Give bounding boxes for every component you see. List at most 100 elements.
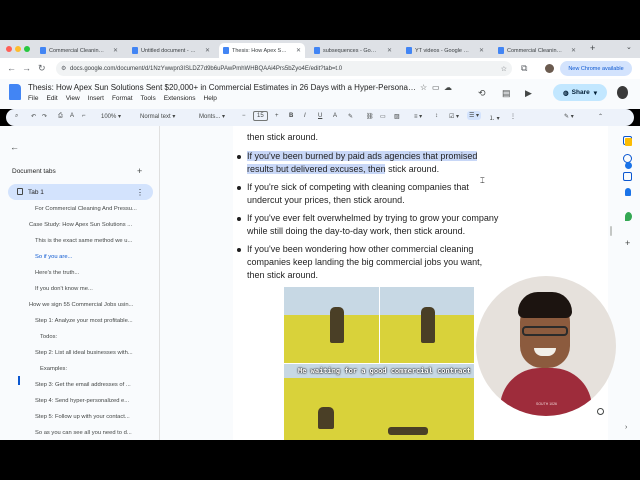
profile-avatar[interactable] bbox=[545, 64, 554, 73]
document-tab-1[interactable]: Tab 1 ⋮ bbox=[8, 184, 153, 200]
tab-options-icon[interactable]: ⋮ bbox=[136, 188, 144, 197]
italic-icon[interactable]: I bbox=[304, 113, 306, 119]
editing-mode-icon[interactable]: ✎ ▾ bbox=[564, 113, 574, 120]
outline-item[interactable]: Here's the truth... bbox=[35, 270, 150, 276]
comments-icon[interactable]: ▤ bbox=[502, 88, 511, 99]
browser-tab[interactable]: YT videos - Google Doc ✕ bbox=[402, 43, 488, 58]
back-arrow-icon[interactable]: ← bbox=[10, 142, 19, 152]
menu-insert[interactable]: Insert bbox=[88, 95, 104, 102]
close-tab-icon[interactable]: ✕ bbox=[205, 47, 210, 54]
outline-item[interactable]: If you don't know me... bbox=[35, 286, 150, 292]
print-icon[interactable]: ⎙ bbox=[58, 113, 63, 120]
forward-icon[interactable]: → bbox=[22, 63, 31, 73]
outline-item[interactable]: This is the exact same method we u... bbox=[35, 238, 150, 244]
outline-item[interactable]: So as you can see all you need to d... bbox=[35, 430, 150, 436]
hide-side-panel-icon[interactable]: › bbox=[625, 424, 627, 431]
search-menus-icon[interactable]: ⌕ bbox=[15, 113, 18, 120]
font-select[interactable]: Monts... ▾ bbox=[199, 113, 225, 120]
outline-item[interactable]: Case Study: How Apex Sun Solutions ... bbox=[29, 222, 150, 228]
outline-item[interactable]: Step 5: Follow up with your contact... bbox=[35, 414, 150, 420]
new-tab-icon[interactable]: + bbox=[590, 43, 595, 53]
spellcheck-icon[interactable]: A bbox=[70, 113, 74, 119]
cloud-status-icon[interactable]: ☁ bbox=[444, 83, 452, 92]
minimize-window-dot[interactable] bbox=[15, 46, 21, 52]
close-tab-icon[interactable]: ✕ bbox=[113, 47, 118, 54]
style-select[interactable]: Normal text ▾ bbox=[140, 113, 175, 120]
maximize-window-dot[interactable] bbox=[24, 46, 30, 52]
outline-item[interactable]: How we sign 55 Commercial Jobs usin... bbox=[29, 302, 150, 308]
meme-image[interactable]: Me waiting for a good commercial contrac… bbox=[284, 287, 474, 440]
zoom-select[interactable]: 100% ▾ bbox=[101, 113, 121, 120]
tab-search-icon[interactable]: ⌄ bbox=[626, 43, 632, 51]
bold-icon[interactable]: B bbox=[289, 113, 293, 119]
outline-item[interactable]: For Commercial Cleaning And Pressu... bbox=[35, 206, 150, 212]
close-tab-icon[interactable]: ✕ bbox=[479, 47, 484, 54]
menu-extensions[interactable]: Extensions bbox=[164, 95, 196, 102]
tasks-icon[interactable] bbox=[625, 162, 632, 169]
docs-logo-icon[interactable] bbox=[9, 84, 21, 100]
extensions-icon[interactable]: ⧉ bbox=[521, 63, 527, 74]
new-chrome-available-button[interactable]: New Chrome available bbox=[560, 61, 632, 76]
insert-link-icon[interactable]: ⛓ bbox=[366, 113, 374, 120]
move-folder-icon[interactable]: ▭ bbox=[432, 83, 440, 92]
meet-icon[interactable]: ▶ bbox=[525, 88, 532, 99]
menu-edit[interactable]: Edit bbox=[46, 95, 57, 102]
outline-item[interactable]: Step 1: Analyze your most profitable... bbox=[35, 318, 150, 324]
redo-icon[interactable]: ↷ bbox=[42, 113, 47, 120]
get-addons-icon[interactable]: + bbox=[625, 238, 630, 248]
close-tab-icon[interactable]: ✕ bbox=[296, 47, 301, 54]
url-input[interactable]: ⚙ docs.google.com/document/d/1NzYwwpn3IS… bbox=[56, 61, 512, 76]
history-icon[interactable]: ⟲ bbox=[478, 88, 486, 99]
maps-icon[interactable] bbox=[625, 212, 632, 221]
close-tab-icon[interactable]: ✕ bbox=[387, 47, 392, 54]
insert-image-icon[interactable]: ▨ bbox=[394, 113, 400, 120]
menu-tools[interactable]: Tools bbox=[141, 95, 156, 102]
outline-item[interactable]: Step 2: List all ideal businesses with..… bbox=[35, 350, 150, 356]
collapse-toolbar-icon[interactable]: ⌃ bbox=[598, 113, 603, 120]
increase-font-icon[interactable]: + bbox=[275, 113, 279, 119]
insert-comment-icon[interactable]: ▭ bbox=[380, 113, 386, 120]
document-title[interactable]: Thesis: How Apex Sun Solutions Sent $20,… bbox=[28, 83, 416, 92]
outline-item[interactable]: Step 3: Get the email addresses of ... bbox=[35, 382, 150, 388]
highlight-color-icon[interactable]: ✎ bbox=[348, 113, 353, 120]
align-icon[interactable]: ≡ ▾ bbox=[414, 113, 422, 120]
browser-tab[interactable]: Commercial Cleaning Le ✕ bbox=[36, 43, 122, 58]
more-tools-icon[interactable]: ⋮ bbox=[510, 113, 516, 120]
bulleted-list-icon[interactable]: ☰ ▾ bbox=[467, 111, 482, 120]
menu-view[interactable]: View bbox=[66, 95, 80, 102]
underline-icon[interactable]: U bbox=[318, 113, 322, 119]
reload-icon[interactable]: ↻ bbox=[38, 63, 46, 74]
browser-tab[interactable]: Untitled document - Goo ✕ bbox=[128, 43, 214, 58]
font-size-input[interactable]: 15 bbox=[253, 111, 268, 121]
outline-item[interactable]: So if you are... bbox=[35, 254, 150, 260]
outline-item[interactable]: Examples: bbox=[40, 366, 150, 372]
explore-icon[interactable] bbox=[597, 408, 604, 415]
close-tab-icon[interactable]: ✕ bbox=[571, 47, 576, 54]
outline-item[interactable]: Step 4: Send hyper-personalized e... bbox=[35, 398, 150, 404]
suggest-edit-icon[interactable] bbox=[623, 172, 632, 181]
numbered-list-icon[interactable]: ⒈ ▾ bbox=[489, 113, 500, 122]
checklist-icon[interactable]: ☑ ▾ bbox=[449, 113, 459, 120]
star-icon[interactable]: ☆ bbox=[420, 83, 427, 92]
paint-format-icon[interactable]: ⌐ bbox=[82, 113, 86, 119]
back-icon[interactable]: ← bbox=[7, 63, 16, 73]
account-avatar[interactable] bbox=[617, 86, 628, 99]
browser-tab[interactable]: Commercial Cleaning pr ✕ bbox=[494, 43, 580, 58]
bookmark-star-icon[interactable]: ☆ bbox=[501, 65, 507, 73]
site-info-icon[interactable]: ⚙ bbox=[61, 65, 66, 72]
browser-tab-active[interactable]: Thesis: How Apex Sun S ✕ bbox=[219, 43, 305, 58]
undo-icon[interactable]: ↶ bbox=[31, 113, 36, 120]
close-window-dot[interactable] bbox=[6, 46, 12, 52]
browser-tab[interactable]: subsequences - Google ✕ bbox=[310, 43, 396, 58]
menu-help[interactable]: Help bbox=[204, 95, 217, 102]
scrollbar-thumb[interactable] bbox=[610, 226, 612, 236]
outline-item[interactable]: Todos: bbox=[40, 334, 150, 340]
menu-format[interactable]: Format bbox=[112, 95, 133, 102]
keep-icon[interactable] bbox=[625, 138, 632, 146]
share-button[interactable]: ◍ Share ▾ bbox=[553, 84, 607, 101]
text-color-icon[interactable]: A bbox=[333, 113, 337, 119]
line-spacing-icon[interactable]: ↕ bbox=[435, 113, 438, 119]
contacts-icon[interactable] bbox=[625, 188, 631, 196]
add-tab-icon[interactable]: + bbox=[137, 166, 142, 176]
menu-file[interactable]: File bbox=[28, 95, 38, 102]
